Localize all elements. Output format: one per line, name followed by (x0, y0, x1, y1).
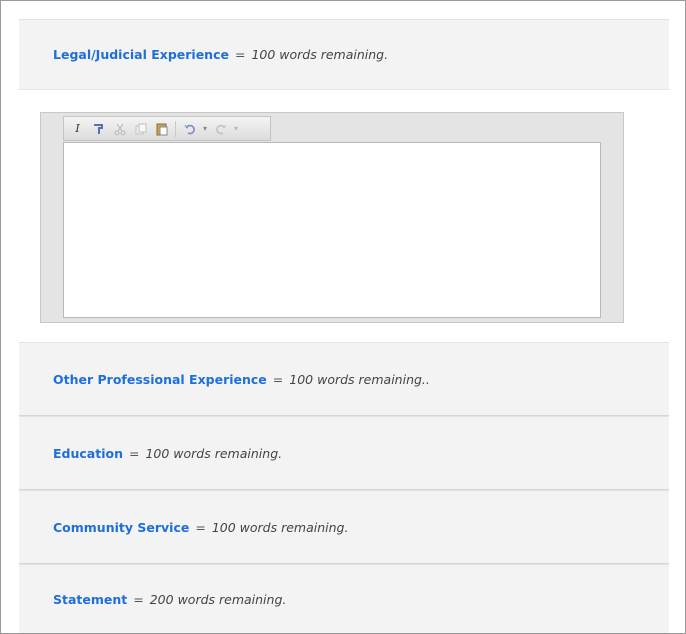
equals-sign: = (234, 47, 246, 62)
equals-sign: = (128, 445, 140, 461)
editor-text-area[interactable] (63, 142, 601, 318)
words-remaining: 100 words remaining. (211, 519, 349, 535)
section-title[interactable]: Education (53, 446, 123, 461)
section-title[interactable]: Other Professional Experience (53, 372, 267, 387)
section-header-statement[interactable]: Statement = 200 words remaining. (19, 564, 669, 633)
section-header-community-service[interactable]: Community Service = 100 words remaining. (19, 490, 669, 563)
words-remaining: 100 words remaining. (145, 445, 283, 461)
redo-icon[interactable] (211, 119, 230, 138)
words-remaining: 100 words remaining.. (289, 371, 430, 387)
editor-toolbar: I ▾ ▾ (63, 116, 271, 141)
section-title[interactable]: Legal/Judicial Experience (53, 47, 229, 62)
form-frame: Legal/Judicial Experience = 100 words re… (0, 0, 686, 634)
format-painter-icon[interactable] (89, 119, 108, 138)
equals-sign: = (272, 371, 284, 387)
undo-icon[interactable] (180, 119, 199, 138)
rich-text-editor-container: I ▾ ▾ (19, 89, 669, 343)
copy-icon[interactable] (131, 119, 150, 138)
paste-icon[interactable] (152, 119, 171, 138)
cut-icon[interactable] (110, 119, 129, 138)
words-remaining: 200 words remaining. (149, 592, 287, 607)
toolbar-separator (175, 120, 176, 137)
equals-sign: = (133, 592, 144, 607)
section-title[interactable]: Statement (53, 592, 127, 607)
section-header-legal-judicial[interactable]: Legal/Judicial Experience = 100 words re… (19, 19, 669, 89)
rich-text-editor: I ▾ ▾ (40, 112, 624, 323)
undo-dropdown-icon[interactable]: ▾ (201, 119, 209, 138)
italic-icon[interactable]: I (68, 119, 87, 138)
section-title[interactable]: Community Service (53, 520, 189, 535)
redo-dropdown-icon[interactable]: ▾ (232, 119, 240, 138)
words-remaining: 100 words remaining. (251, 47, 389, 62)
section-header-other-professional[interactable]: Other Professional Experience = 100 word… (19, 342, 669, 415)
equals-sign: = (195, 519, 206, 535)
section-header-education[interactable]: Education = 100 words remaining. (19, 416, 669, 489)
